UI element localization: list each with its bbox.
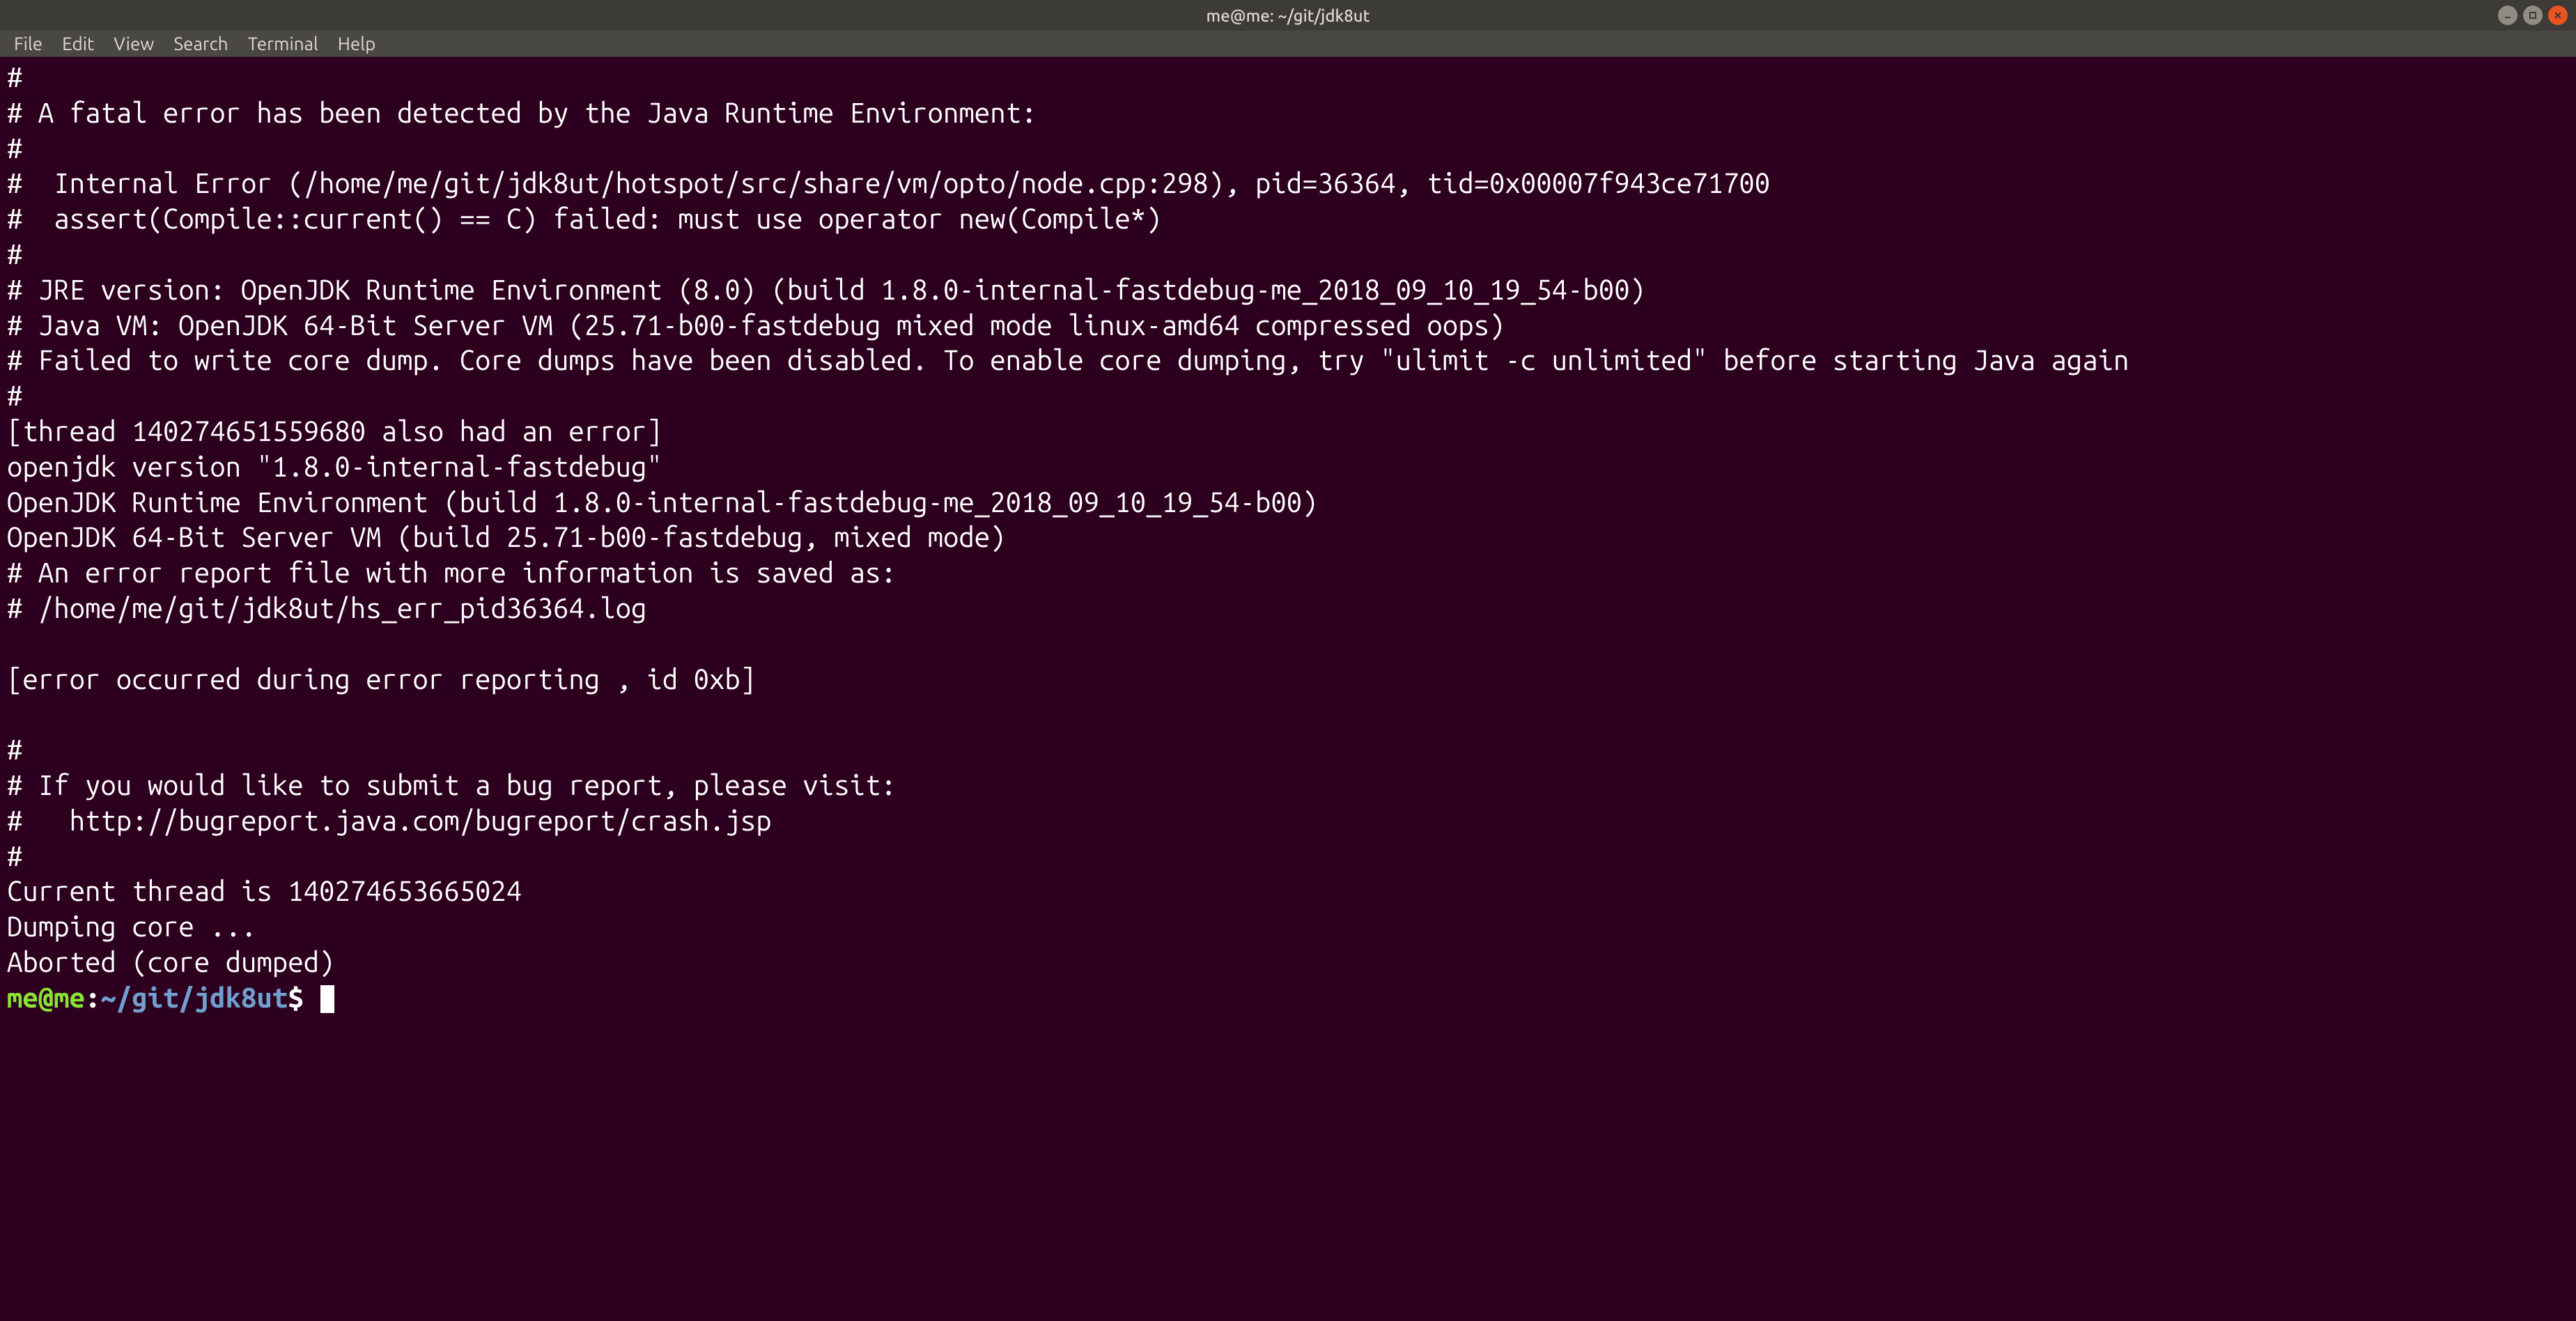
titlebar: me@me: ~/git/jdk8ut (0, 0, 2576, 31)
minimize-button[interactable] (2498, 6, 2517, 25)
minimize-icon (2504, 11, 2512, 20)
menu-file[interactable]: File (6, 31, 51, 56)
prompt-colon: : (85, 982, 100, 1013)
window-title: me@me: ~/git/jdk8ut (1206, 6, 1370, 25)
maximize-button[interactable] (2523, 6, 2543, 25)
prompt-user-host: me@me (7, 982, 85, 1013)
menu-help[interactable]: Help (329, 31, 385, 56)
menu-terminal[interactable]: Terminal (240, 31, 327, 56)
close-icon (2554, 11, 2562, 20)
menubar: File Edit View Search Terminal Help (0, 31, 2576, 57)
maximize-icon (2529, 11, 2537, 20)
terminal-body[interactable]: # # A fatal error has been detected by t… (0, 57, 2576, 1321)
menu-edit[interactable]: Edit (54, 31, 102, 56)
prompt-path: ~/git/jdk8ut (100, 982, 288, 1013)
cursor (320, 985, 334, 1013)
window-controls (2498, 6, 2568, 25)
terminal-output: # # A fatal error has been detected by t… (7, 61, 2129, 978)
close-button[interactable] (2548, 6, 2568, 25)
menu-view[interactable]: View (105, 31, 162, 56)
menu-search[interactable]: Search (165, 31, 236, 56)
prompt-symbol: $ (288, 982, 303, 1013)
